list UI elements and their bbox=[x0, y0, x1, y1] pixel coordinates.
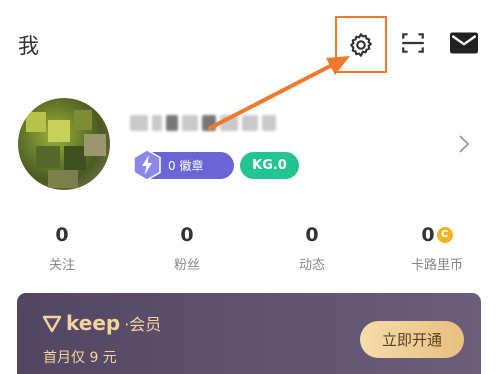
keep-logo-text: keep bbox=[66, 311, 121, 335]
avatar-pixel bbox=[36, 146, 60, 168]
stat-label: 关注 bbox=[48, 258, 75, 273]
avatar-pixel bbox=[74, 110, 92, 130]
stat-followers[interactable]: 0 粉丝 bbox=[142, 222, 232, 273]
avatar-pixel bbox=[64, 146, 86, 170]
gear-icon bbox=[350, 32, 372, 57]
coin-icon: C bbox=[436, 227, 453, 243]
stat-label: 粉丝 bbox=[173, 258, 200, 273]
stat-posts[interactable]: 0 动态 bbox=[267, 222, 357, 273]
stat-label: 动态 bbox=[298, 258, 325, 273]
chevron-right-icon[interactable] bbox=[456, 134, 472, 154]
avatar-pixel bbox=[48, 170, 78, 188]
mail-button[interactable] bbox=[449, 28, 479, 58]
keep-member-logo: keep ·会员 bbox=[42, 311, 161, 335]
avatar-pixel bbox=[48, 120, 70, 142]
kg-level-pill[interactable]: KG.0 bbox=[240, 152, 299, 179]
stat-value: 0 bbox=[421, 224, 435, 246]
stat-calorie-coins[interactable]: 0 C 卡路里币 bbox=[392, 222, 482, 273]
stat-value: 0 bbox=[55, 224, 69, 246]
stat-value: 0 bbox=[305, 224, 319, 246]
avatar-pixel bbox=[26, 112, 46, 132]
scan-icon bbox=[402, 33, 424, 53]
keep-heart-icon bbox=[42, 315, 62, 333]
lightning-hexagon-icon bbox=[133, 149, 161, 181]
scan-button[interactable] bbox=[398, 28, 428, 58]
avatar[interactable] bbox=[18, 98, 110, 190]
badge-count-label: 0 徽章 bbox=[168, 159, 204, 173]
settings-button[interactable] bbox=[335, 16, 387, 73]
activate-vip-button[interactable]: 立即开通 bbox=[360, 321, 464, 358]
mail-icon bbox=[450, 32, 478, 54]
page-title: 我 bbox=[18, 34, 39, 58]
stat-label: 卡路里币 bbox=[410, 258, 463, 273]
stat-following[interactable]: 0 关注 bbox=[17, 222, 107, 273]
vip-subtitle: 首月仅 9 元 bbox=[43, 350, 117, 366]
stat-value: 0 bbox=[180, 224, 194, 246]
nickname-blurred bbox=[130, 112, 276, 134]
avatar-pixel bbox=[84, 134, 106, 156]
member-text: ·会员 bbox=[124, 315, 162, 334]
stat-value-wrap: 0 C bbox=[392, 222, 482, 248]
